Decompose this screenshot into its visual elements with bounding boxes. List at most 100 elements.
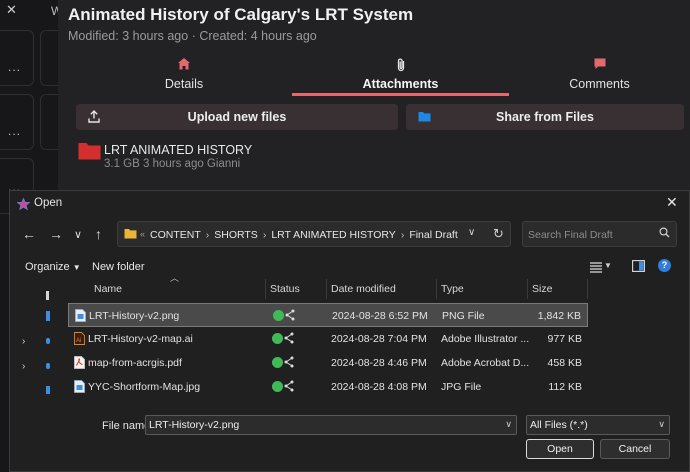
open-button[interactable]: Open bbox=[526, 439, 594, 459]
file-name: YYC-Shortform-Map.jpg bbox=[88, 381, 201, 393]
new-folder-button[interactable]: New folder bbox=[92, 261, 145, 273]
chevron-down-icon[interactable]: ▼ bbox=[604, 261, 612, 270]
cancel-button[interactable]: Cancel bbox=[600, 439, 670, 459]
view-options-icon[interactable] bbox=[590, 260, 602, 278]
column-status[interactable]: Status bbox=[270, 283, 300, 295]
column-divider[interactable] bbox=[326, 279, 327, 299]
nav-item-icon[interactable] bbox=[46, 311, 50, 321]
folder-name[interactable]: LRT ANIMATED HISTORY bbox=[104, 143, 252, 157]
rail-card[interactable] bbox=[40, 30, 58, 86]
file-size: 112 KB bbox=[548, 381, 582, 393]
breadcrumb-item[interactable]: CONTENT bbox=[150, 229, 201, 241]
tab-comments-label: Comments bbox=[569, 77, 630, 91]
close-icon[interactable]: ✕ bbox=[6, 2, 17, 18]
file-name-value: LRT-History-v2.png bbox=[149, 419, 240, 431]
column-name[interactable]: Name bbox=[94, 283, 122, 295]
rail-card[interactable] bbox=[0, 94, 34, 150]
help-icon[interactable]: ? bbox=[658, 259, 671, 272]
file-size: 977 KB bbox=[547, 333, 582, 345]
breadcrumb: CONTENT › SHORTS › LRT ANIMATED HISTORY › Fina… bbox=[150, 229, 458, 241]
sort-ascending-icon: ︿ bbox=[170, 273, 180, 283]
organize-menu[interactable]: Organize ▼ bbox=[25, 261, 81, 273]
app-logo-icon bbox=[16, 197, 31, 215]
up-arrow-icon[interactable]: ↑ bbox=[95, 226, 102, 242]
search-icon bbox=[659, 227, 670, 241]
share-icon bbox=[284, 380, 294, 395]
sync-status-ok-icon bbox=[272, 333, 283, 344]
nav-item-icon[interactable] bbox=[46, 363, 50, 369]
chevron-down-icon: ▼ bbox=[72, 263, 81, 272]
file-date: 2024-08-28 6:52 PM bbox=[332, 310, 428, 322]
share-from-files-button[interactable]: Share from Files bbox=[406, 104, 684, 130]
column-divider[interactable] bbox=[265, 279, 266, 299]
breadcrumb-item[interactable]: Final Draft bbox=[409, 229, 457, 241]
column-type[interactable]: Type bbox=[441, 283, 464, 295]
file-name: map-from-acrgis.pdf bbox=[88, 357, 182, 369]
column-date-modified[interactable]: Date modified bbox=[331, 283, 396, 295]
folder-meta: 3.1 GB 3 hours ago Gianni bbox=[104, 158, 241, 170]
chevron-down-icon[interactable]: ∨ bbox=[505, 419, 512, 430]
breadcrumb-separator-icon: › bbox=[262, 229, 267, 241]
more-locations-icon[interactable]: « bbox=[140, 229, 145, 239]
dialog-title: Open bbox=[34, 197, 63, 209]
file-type-select[interactable]: All Files (*.*) ∨ bbox=[526, 415, 670, 435]
table-row[interactable]: Ai LRT-History-v2-map.ai 2024-08-28 7:04… bbox=[68, 327, 588, 351]
cancel-label: Cancel bbox=[618, 443, 652, 455]
page-title: Animated History of Calgary's LRT System bbox=[68, 5, 414, 24]
search-input[interactable]: Search Final Draft bbox=[522, 221, 677, 247]
file-list: LRT-History-v2.png 2024-08-28 6:52 PM PN… bbox=[68, 303, 588, 399]
file-type: Adobe Illustrator ... bbox=[441, 333, 530, 345]
more-icon[interactable]: ... bbox=[8, 60, 21, 74]
image-file-icon bbox=[75, 309, 86, 322]
address-bar[interactable]: « CONTENT › SHORTS › LRT ANIMATED HISTORY › Fi… bbox=[117, 221, 511, 247]
column-divider[interactable] bbox=[587, 279, 588, 299]
rail-card[interactable] bbox=[40, 94, 58, 150]
recent-locations-chevron-icon[interactable]: ∨ bbox=[74, 228, 82, 241]
tab-attachments[interactable]: Attachments bbox=[292, 54, 509, 96]
back-arrow-icon[interactable]: ← bbox=[22, 226, 36, 242]
expand-chevron-icon[interactable]: › bbox=[22, 336, 25, 347]
table-row[interactable]: map-from-acrgis.pdf 2024-08-28 4:46 PM A… bbox=[68, 351, 588, 375]
file-date: 2024-08-28 4:08 PM bbox=[331, 381, 427, 393]
preview-pane-icon[interactable] bbox=[632, 259, 645, 277]
comment-icon bbox=[509, 57, 690, 75]
column-divider[interactable] bbox=[527, 279, 528, 299]
table-row[interactable]: YYC-Shortform-Map.jpg 2024-08-28 4:08 PM… bbox=[68, 375, 588, 399]
breadcrumb-separator-icon: › bbox=[400, 229, 405, 241]
navigation-pane: › › bbox=[20, 284, 57, 402]
breadcrumb-item[interactable]: LRT ANIMATED HISTORY bbox=[271, 229, 395, 241]
upload-label: Upload new files bbox=[187, 110, 287, 124]
share-icon bbox=[285, 309, 295, 324]
upload-new-files-button[interactable]: Upload new files bbox=[76, 104, 398, 130]
file-name-input[interactable]: LRT-History-v2.png ∨ bbox=[145, 415, 517, 435]
nav-item-icon[interactable] bbox=[46, 386, 50, 394]
file-type: JPG File bbox=[441, 381, 482, 393]
tab-attachments-label: Attachments bbox=[362, 77, 439, 91]
rail-card[interactable] bbox=[0, 30, 34, 86]
active-tab-indicator bbox=[292, 93, 509, 96]
column-divider[interactable] bbox=[436, 279, 437, 299]
close-icon[interactable]: ✕ bbox=[666, 194, 678, 211]
sync-status-ok-icon bbox=[273, 310, 284, 321]
search-placeholder: Search Final Draft bbox=[528, 229, 613, 241]
breadcrumb-item[interactable]: SHORTS bbox=[214, 229, 258, 241]
refresh-icon[interactable]: ↻ bbox=[493, 226, 504, 242]
nav-item-icon[interactable] bbox=[46, 291, 49, 300]
file-type: PNG File bbox=[442, 310, 485, 322]
home-icon bbox=[76, 57, 292, 75]
folder-icon bbox=[124, 228, 137, 242]
table-row[interactable]: LRT-History-v2.png 2024-08-28 6:52 PM PN… bbox=[68, 303, 588, 327]
tab-bar: Details Attachments Comments bbox=[76, 54, 690, 96]
forward-arrow-icon[interactable]: → bbox=[49, 226, 63, 242]
file-date: 2024-08-28 7:04 PM bbox=[331, 333, 427, 345]
image-file-icon bbox=[74, 380, 85, 393]
folder-icon[interactable] bbox=[78, 142, 101, 165]
pdf-file-icon bbox=[74, 356, 85, 369]
tab-details[interactable]: Details bbox=[76, 54, 292, 96]
expand-chevron-icon[interactable]: › bbox=[22, 361, 25, 372]
address-dropdown-chevron-icon[interactable]: ∨ bbox=[468, 227, 475, 238]
tab-comments[interactable]: Comments bbox=[509, 54, 690, 96]
nav-item-icon[interactable] bbox=[46, 338, 50, 344]
more-icon[interactable]: ... bbox=[8, 124, 21, 138]
column-size[interactable]: Size bbox=[532, 283, 552, 295]
